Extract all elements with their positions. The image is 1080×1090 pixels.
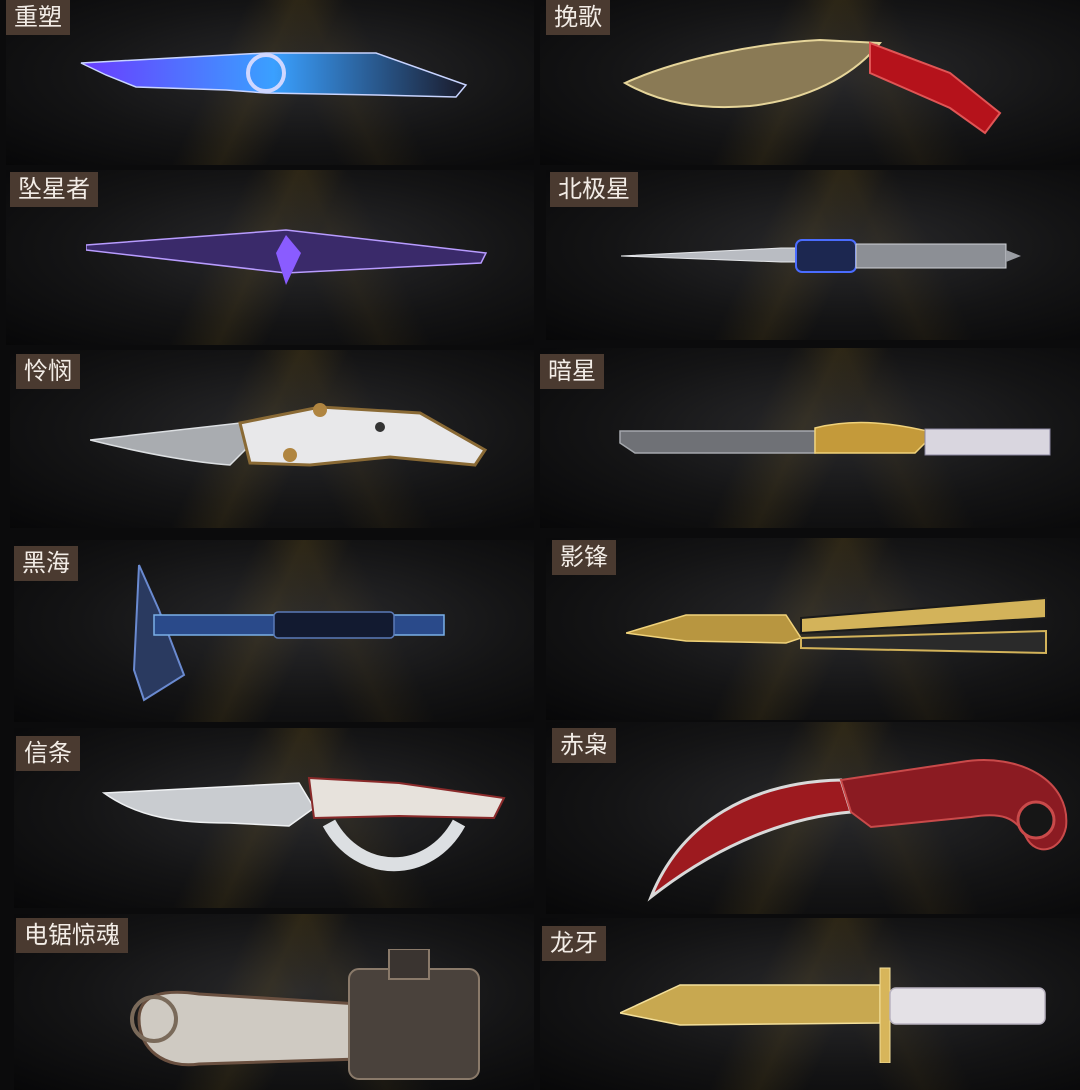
tomahawk-axe-icon [124,560,454,705]
item-label: 龙牙 [542,926,606,961]
darkstar-knife-icon [615,413,1055,468]
item-label: 暗星 [540,354,604,389]
tile-item-7[interactable]: 黑海 [14,540,534,722]
item-label: 北极星 [550,172,638,207]
bayonet-icon [620,963,1050,1063]
tile-item-4[interactable]: 北极星 [546,170,1080,340]
nexus-knife-icon [76,45,476,115]
kukri-knife-icon [620,28,1010,138]
item-label: 怜悯 [16,354,80,389]
item-label: 重塑 [6,0,70,35]
karambit-icon [641,742,1080,912]
tile-item-6[interactable]: 暗星 [540,348,1080,528]
item-label: 赤枭 [552,728,616,763]
item-label: 影锋 [552,540,616,575]
tile-item-9[interactable]: 信条 [14,728,534,908]
item-label: 坠星者 [10,172,98,207]
item-label: 挽歌 [546,0,610,35]
knuckle-knife-icon [99,768,509,893]
butterfly-knife-icon [626,593,1056,663]
mercy-folding-knife-icon [90,395,490,480]
item-label: 电锯惊魂 [16,918,128,953]
item-label: 黑海 [14,546,78,581]
tile-item-3[interactable]: 坠星者 [6,170,534,345]
tile-item-1[interactable]: 重塑 [6,0,534,165]
item-label: 信条 [16,736,80,771]
tile-item-12[interactable]: 龙牙 [540,918,1080,1090]
chainsaw-icon [119,949,519,1089]
tile-item-8[interactable]: 影锋 [546,538,1080,720]
tile-item-11[interactable]: 电锯惊魂 [14,914,534,1090]
tile-item-2[interactable]: 挽歌 [540,0,1080,165]
starfall-dagger-icon [86,225,496,290]
weapon-skin-grid: 重塑 挽歌 坠星者 北极星 怜悯 暗星 黑海 影锋 信条 赤枭 电锯惊魂 龙牙 [0,0,1080,1090]
polaris-dagger-icon [621,230,1026,280]
tile-item-5[interactable]: 怜悯 [10,350,534,528]
tile-item-10[interactable]: 赤枭 [546,722,1080,914]
